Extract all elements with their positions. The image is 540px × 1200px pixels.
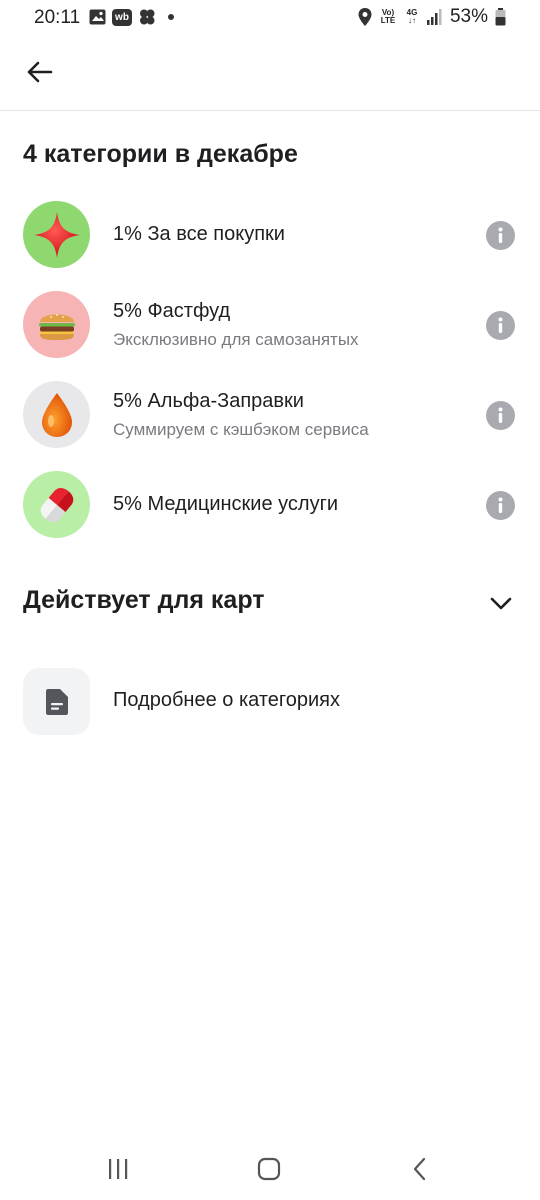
info-button[interactable] — [486, 401, 515, 430]
category-icon-bg — [23, 381, 90, 448]
battery-icon — [495, 8, 506, 26]
signal-icon — [426, 9, 442, 25]
category-subtitle: Суммируем с кэшбэком сервиса — [113, 420, 369, 439]
system-nav-bar — [0, 1140, 540, 1200]
burger-icon — [38, 313, 75, 340]
category-item-alfa-fuel[interactable]: 5% Альфа-Заправки Суммируем с кэшбэком с… — [0, 381, 540, 471]
location-icon — [358, 8, 372, 26]
category-item-all-purchases[interactable]: 1% За все покупки — [0, 201, 540, 291]
volte-icon: Vo) LTE — [379, 9, 397, 25]
category-title: 1% За все покупки — [113, 223, 285, 245]
back-button[interactable] — [22, 54, 58, 90]
status-icons-left: wb — [89, 8, 176, 26]
home-button[interactable] — [249, 1154, 289, 1184]
info-icon — [498, 227, 503, 243]
category-subtitle: Эксклюзивно для самозанятых — [113, 330, 359, 349]
battery-percentage: 53% — [449, 6, 488, 27]
info-button[interactable] — [486, 491, 515, 520]
status-time: 20:11 — [34, 7, 81, 28]
top-bar — [0, 36, 540, 111]
dot-indicator-icon — [168, 14, 174, 20]
cards-section-title: Действует для карт — [23, 586, 265, 614]
info-icon — [498, 407, 503, 423]
fuel-drop-icon — [41, 392, 72, 437]
info-button[interactable] — [486, 221, 515, 250]
section-title: 4 категории в декабре — [23, 140, 298, 168]
info-icon — [498, 497, 503, 513]
gallery-icon — [89, 9, 106, 25]
more-icon-bg — [23, 668, 90, 735]
more-about-categories[interactable]: Подробнее о категориях — [0, 668, 540, 736]
arrow-left-icon — [27, 61, 53, 83]
info-button[interactable] — [486, 311, 515, 340]
category-icon-bg — [23, 201, 90, 268]
category-item-fastfood[interactable]: 5% Фастфуд Эксклюзивно для самозанятых — [0, 291, 540, 381]
chevron-down-icon — [490, 597, 512, 610]
pill-icon — [40, 487, 73, 522]
wb-app-icon: wb — [112, 8, 132, 26]
category-title: 5% Медицинские услуги — [113, 493, 339, 515]
red-star-icon — [33, 211, 80, 258]
flower-app-icon — [140, 9, 155, 25]
document-icon — [45, 688, 68, 715]
network-arrows: ↓↑ — [407, 16, 416, 25]
info-icon — [498, 317, 503, 333]
volte-bottom: LTE — [380, 16, 396, 25]
cards-section-toggle[interactable]: Действует для карт — [0, 578, 540, 626]
category-title: 5% Фастфуд — [113, 300, 231, 322]
nav-back-button[interactable] — [400, 1154, 440, 1184]
category-title: 5% Альфа-Заправки — [113, 390, 304, 412]
category-icon-bg — [23, 471, 90, 538]
category-item-medical[interactable]: 5% Медицинские услуги — [0, 471, 540, 561]
status-icons-right: Vo) LTE 4G ↓↑ 53% — [358, 6, 506, 28]
recents-icon — [109, 1159, 128, 1179]
4g-icon: 4G ↓↑ — [404, 9, 420, 25]
status-bar: 20:11 wb Vo) LTE 4G ↓↑ 53% — [0, 0, 540, 36]
recents-button[interactable] — [98, 1154, 138, 1184]
more-label: Подробнее о категориях — [113, 689, 340, 711]
home-icon — [257, 1157, 281, 1181]
back-icon — [413, 1157, 426, 1181]
category-icon-bg — [23, 291, 90, 358]
